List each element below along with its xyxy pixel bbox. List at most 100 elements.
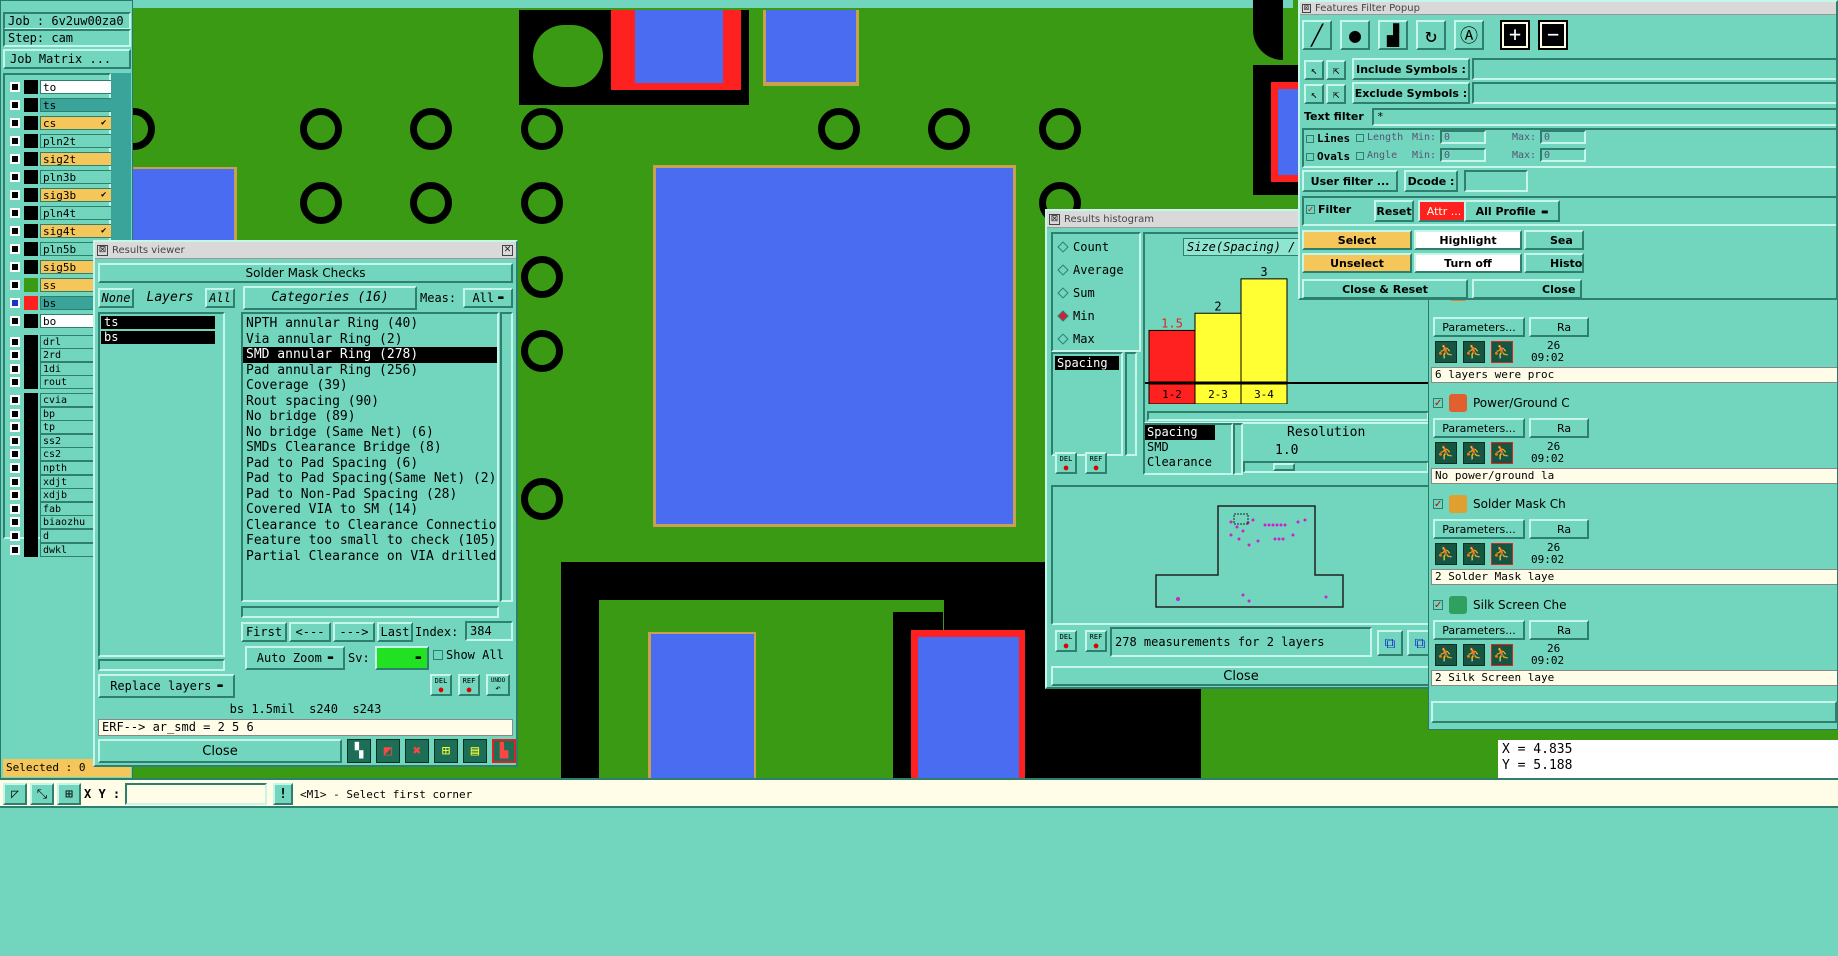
histogram-option-sum[interactable]: Sum <box>1057 286 1095 300</box>
run-icon[interactable]: ⛹ <box>1435 442 1457 464</box>
enabled-checkbox-icon[interactable]: ✓ <box>1433 499 1443 510</box>
grid-icon[interactable]: ⊞ <box>57 783 81 805</box>
angle-checkbox[interactable]: Angle <box>1356 150 1397 161</box>
chart-icon[interactable]: ▙ <box>492 739 516 763</box>
line-symbol-icon[interactable]: ╱ <box>1302 20 1332 50</box>
window-menu-icon[interactable]: ⊠ <box>1049 213 1060 225</box>
chart-hscroll[interactable] <box>1147 411 1428 421</box>
remove-icon[interactable]: − <box>1538 20 1568 50</box>
layer-checkbox[interactable] <box>10 517 20 528</box>
category-hscroll[interactable] <box>241 606 499 618</box>
unselect-button[interactable]: Unselect <box>1302 253 1412 273</box>
undo-icon[interactable]: UNDO ↶ <box>486 674 510 696</box>
layer-checkbox[interactable] <box>10 530 20 541</box>
exclude-symbols-field[interactable] <box>1472 82 1836 104</box>
run-icon[interactable]: ⛹ <box>1463 644 1485 666</box>
ref-icon[interactable]: REF ● <box>1085 630 1107 652</box>
category-item[interactable]: Pad to Pad Spacing (6) <box>243 456 497 472</box>
parameters-button[interactable]: Parameters... <box>1433 519 1525 539</box>
show-all-checkbox[interactable]: Show All <box>433 648 504 662</box>
layer-checkbox[interactable] <box>10 336 20 347</box>
index-field[interactable]: 384 <box>465 621 513 641</box>
surface-symbol-icon[interactable]: ▟ <box>1378 20 1408 50</box>
histogram-option-average[interactable]: Average <box>1057 263 1124 277</box>
layer-checkbox[interactable] <box>10 435 20 446</box>
histogram-option-count[interactable]: Count <box>1057 240 1109 254</box>
checklist-item-header[interactable]: ✓ Silk Screen Che <box>1433 596 1567 614</box>
histogram-list[interactable]: Spacing <box>1051 352 1123 456</box>
reset-button[interactable]: Reset <box>1374 200 1414 222</box>
last-button[interactable]: Last <box>377 622 413 642</box>
layer-checkbox[interactable] <box>10 154 20 164</box>
include-arrow-icon[interactable]: ↖ <box>1304 60 1324 80</box>
run-icon[interactable]: ⛹ <box>1435 644 1457 666</box>
add-icon[interactable]: + <box>1500 20 1530 50</box>
histogram-export-icon[interactable]: ⧉ <box>1377 630 1403 656</box>
parameters-button[interactable]: Parameters... <box>1433 418 1525 438</box>
histogram-bar-3-4[interactable] <box>1240 278 1288 383</box>
layer-checkbox[interactable] <box>10 136 20 146</box>
layer-checkbox[interactable] <box>10 190 20 200</box>
sv-color-dropdown[interactable]: ▬ <box>375 646 429 670</box>
meas-dropdown[interactable]: All ▬ <box>463 288 513 308</box>
close-reset-button[interactable]: Close & Reset <box>1302 279 1468 298</box>
checklist-item-header[interactable]: ✓ Solder Mask Ch <box>1433 495 1566 513</box>
exclude-symbols-button[interactable]: Exclude Symbols : <box>1352 82 1470 104</box>
results-layer-list[interactable]: ts bs <box>98 312 225 657</box>
category-item[interactable]: Feature too small to check (105) <box>243 533 497 549</box>
text-filter-field[interactable]: * <box>1372 108 1836 126</box>
dcode-button[interactable]: Dcode : <box>1404 170 1458 192</box>
exclude-arrow-icon[interactable]: ↖ <box>1304 84 1324 104</box>
features-filter-titlebar[interactable]: ⊠ Features Filter Popup <box>1300 2 1836 15</box>
turn-off-button[interactable]: Turn off <box>1414 253 1522 273</box>
length-checkbox[interactable]: Length <box>1356 132 1403 143</box>
tool-icon-2[interactable]: ◩ <box>376 739 400 763</box>
result-layer-item[interactable]: ts <box>101 316 215 329</box>
histogram-close-button[interactable]: Close <box>1051 666 1428 686</box>
category-item[interactable]: Partial Clearance on VIA drilled <box>243 549 497 565</box>
category-item[interactable]: Via annular Ring (2) <box>243 332 497 348</box>
slider-thumb[interactable] <box>1273 463 1295 471</box>
length-max-field[interactable]: 0 <box>1540 130 1586 144</box>
run-icon[interactable]: ⛹ <box>1463 543 1485 565</box>
lines-checkbox[interactable]: Lines <box>1306 132 1350 145</box>
type-list-vscroll[interactable] <box>1233 423 1243 475</box>
close-icon[interactable]: ✕ <box>502 244 513 256</box>
category-item[interactable]: Covered VIA to SM (14) <box>243 502 497 518</box>
ovals-checkbox[interactable]: Ovals <box>1306 150 1350 163</box>
pad-symbol-icon[interactable]: ● <box>1340 20 1370 50</box>
category-item[interactable]: SMDs Clearance Bridge (8) <box>243 440 497 456</box>
ref-icon[interactable]: REF ● <box>1085 452 1107 474</box>
histogram-bar-1-2[interactable] <box>1148 329 1196 383</box>
category-item[interactable]: Pad to Non-Pad Spacing (28) <box>243 487 497 503</box>
checklist-bottom-bar[interactable] <box>1431 701 1837 723</box>
replace-layers-button[interactable]: Replace layers ▬ <box>98 674 235 698</box>
layer-checkbox[interactable] <box>10 316 20 326</box>
include-symbols-field[interactable] <box>1472 58 1836 80</box>
layer-checkbox[interactable] <box>10 82 20 92</box>
include-symbols-button[interactable]: Include Symbols : <box>1352 58 1470 80</box>
layer-list-hscroll[interactable] <box>98 659 225 671</box>
ra-button[interactable]: Ra <box>1529 317 1589 337</box>
angle-max-field[interactable]: 0 <box>1540 148 1586 162</box>
xy-input[interactable] <box>125 783 267 805</box>
zoom-area-icon[interactable]: ◸ <box>3 783 27 805</box>
layer-checkbox[interactable] <box>10 226 20 236</box>
type-list[interactable]: Spacing SMD Clearance <box>1143 423 1233 475</box>
run-icon[interactable]: ⛹ <box>1491 543 1513 565</box>
type-list-item[interactable]: Clearance <box>1145 455 1231 470</box>
text-symbol-icon[interactable]: Ⓐ <box>1454 20 1484 50</box>
arc-symbol-icon[interactable]: ↻ <box>1416 20 1446 50</box>
layer-checkbox[interactable] <box>10 208 20 218</box>
tool-icon-4[interactable]: ⊞ <box>434 739 458 763</box>
histogram-option-max[interactable]: Max <box>1057 332 1095 346</box>
category-item[interactable]: Rout spacing (90) <box>243 394 497 410</box>
run-icon[interactable]: ⛹ <box>1435 341 1457 363</box>
histogram-option-min[interactable]: Min <box>1057 309 1095 323</box>
category-item[interactable]: No bridge (89) <box>243 409 497 425</box>
histogram-bar-2-3[interactable] <box>1194 312 1242 383</box>
exclude-arrow2-icon[interactable]: ⇱ <box>1326 84 1346 104</box>
layer-checkbox[interactable] <box>10 490 20 501</box>
all-profile-dropdown[interactable]: All Profile ▬ <box>1464 200 1560 222</box>
close-button[interactable]: Close <box>98 739 342 763</box>
